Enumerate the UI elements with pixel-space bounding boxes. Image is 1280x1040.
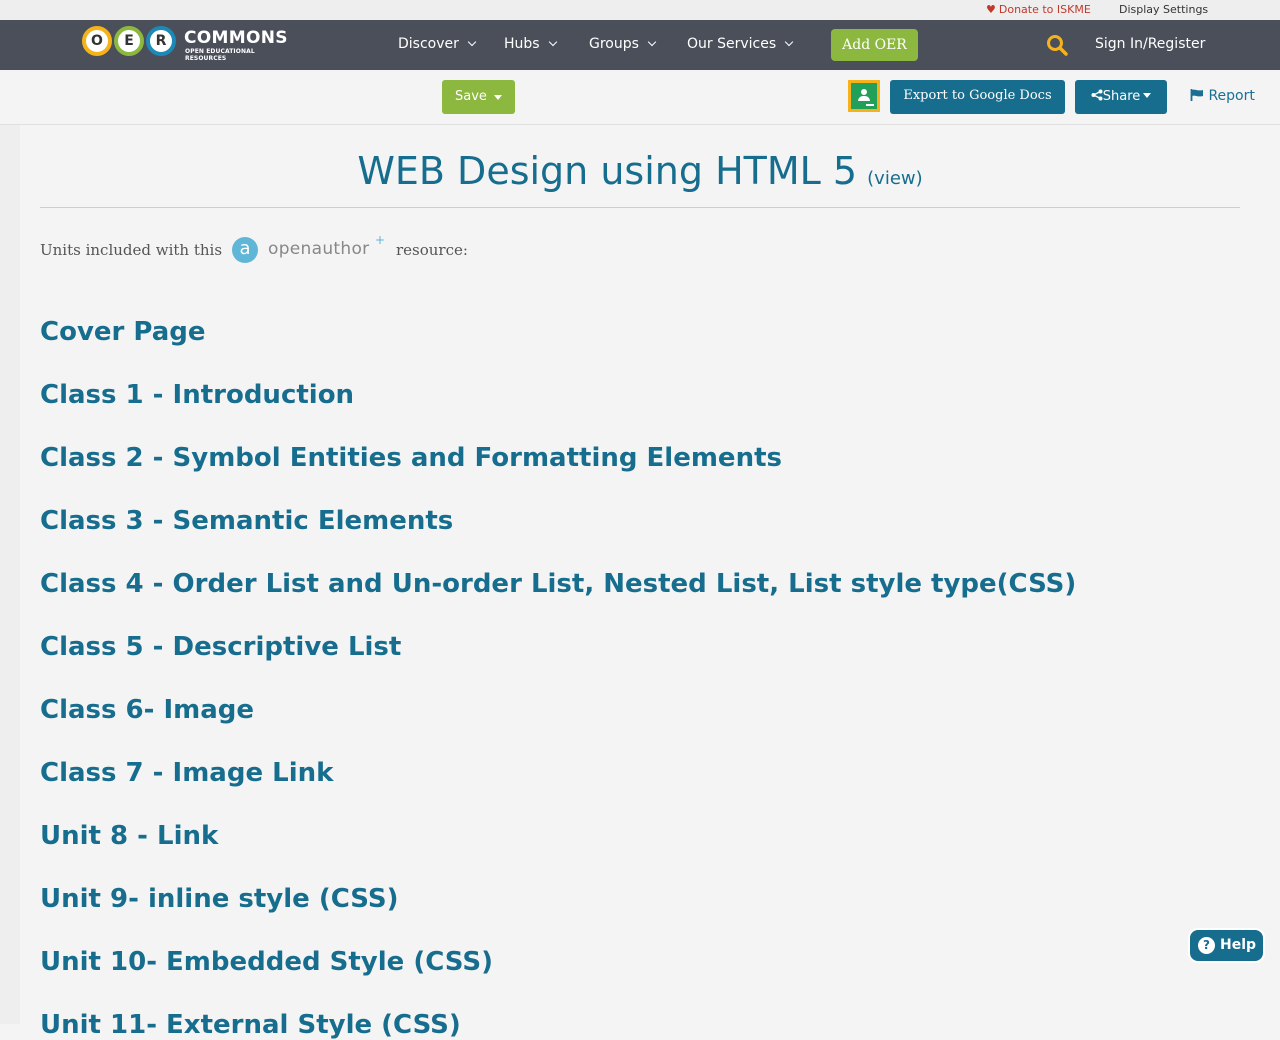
export-google-docs-button[interactable]: Export to Google Docs (890, 80, 1065, 114)
help-label: Help (1220, 937, 1257, 953)
chevron-down-icon (548, 37, 557, 47)
share-button[interactable]: Share (1075, 80, 1167, 114)
oer-commons-logo[interactable]: O E R COMMONS OPEN EDUCATIONAL RESOURCES (82, 26, 292, 64)
unit-link-unit-8[interactable]: Unit 8 - Link (40, 821, 218, 851)
flag-icon (1190, 89, 1203, 101)
openauthor-logo: a openauthor + (232, 233, 387, 265)
classroom-bar (866, 104, 874, 106)
sign-in-register-link[interactable]: Sign In/Register (1095, 36, 1205, 52)
unit-link-class-4[interactable]: Class 4 - Order List and Un-order List, … (40, 569, 1076, 599)
main-navbar: O E R COMMONS OPEN EDUCATIONAL RESOURCES… (0, 20, 1280, 70)
help-button[interactable]: ? Help (1188, 928, 1265, 963)
unit-link-class-3[interactable]: Class 3 - Semantic Elements (40, 506, 453, 536)
caret-down-icon (494, 95, 502, 100)
chevron-down-icon (647, 37, 657, 47)
donate-label: Donate to ISKME (998, 3, 1091, 16)
view-link[interactable]: (view) (867, 168, 923, 189)
unit-link-unit-10[interactable]: Unit 10- Embedded Style (CSS) (40, 947, 493, 977)
nav-groups[interactable]: Groups (589, 36, 657, 52)
search-icon[interactable] (1046, 34, 1068, 56)
classroom-board (851, 83, 877, 109)
unit-link-class-1[interactable]: Class 1 - Introduction (40, 380, 354, 410)
question-icon: ? (1198, 937, 1215, 954)
unit-link-unit-11[interactable]: Unit 11- External Style (CSS) (40, 1010, 461, 1040)
openauthor-logo-text: openauthor (268, 239, 370, 259)
share-icon (1091, 89, 1103, 101)
logo-letter-o: O (82, 26, 112, 56)
resource-content: WEB Design using HTML 5 (view) Units inc… (20, 125, 1260, 1040)
logo-letter-e: E (114, 26, 144, 56)
google-classroom-icon[interactable] (848, 80, 880, 112)
unit-link-class-7[interactable]: Class 7 - Image Link (40, 758, 333, 788)
openauthor-logo-mark: a (232, 237, 258, 263)
unit-link-class-5[interactable]: Class 5 - Descriptive List (40, 632, 401, 662)
units-included-label: Units included with this (40, 241, 223, 259)
display-settings-link[interactable]: Display Settings (1119, 3, 1208, 16)
nav-hubs[interactable]: Hubs (504, 36, 557, 52)
caret-down-icon (1143, 93, 1152, 98)
utility-bar: ♥ Donate to ISKME Display Settings (0, 0, 1280, 20)
unit-link-unit-9[interactable]: Unit 9- inline style (CSS) (40, 884, 398, 914)
logo-subtitle: OPEN EDUCATIONAL RESOURCES (185, 48, 255, 62)
resource-action-bar: Save Export to Google Docs Share Report (0, 70, 1280, 125)
unit-link-class-2[interactable]: Class 2 - Symbol Entities and Formatting… (40, 443, 782, 473)
add-oer-button[interactable]: Add OER (831, 29, 918, 61)
logo-letter-r: R (146, 26, 176, 56)
nav-our-services-label: Our Services (687, 36, 777, 52)
unit-link-cover-page[interactable]: Cover Page (40, 317, 206, 347)
nav-hubs-label: Hubs (504, 36, 540, 52)
save-button[interactable]: Save (442, 80, 515, 114)
unit-link-class-6[interactable]: Class 6- Image (40, 695, 254, 725)
classroom-person-body (858, 96, 870, 101)
chevron-down-icon (467, 37, 477, 47)
resource-label: resource: (396, 241, 468, 259)
logo-word: COMMONS (184, 28, 288, 48)
left-gutter (0, 125, 20, 1024)
donate-link[interactable]: ♥ Donate to ISKME (986, 3, 1091, 16)
classroom-person-head (861, 89, 867, 95)
nav-discover-label: Discover (398, 36, 459, 52)
nav-discover[interactable]: Discover (398, 36, 477, 52)
heart-icon: ♥ (986, 3, 996, 16)
share-label: Share (1102, 89, 1141, 104)
page-title-area: WEB Design using HTML 5 (view) (40, 149, 1240, 193)
nav-our-services[interactable]: Our Services (687, 36, 794, 52)
save-label: Save (455, 89, 487, 104)
chevron-down-icon (784, 37, 794, 47)
report-label: Report (1208, 88, 1255, 104)
page-title: WEB Design using HTML 5 (357, 149, 858, 193)
openauthor-logo-plus: + (375, 233, 386, 247)
nav-groups-label: Groups (589, 36, 639, 52)
report-link[interactable]: Report (1190, 88, 1255, 104)
title-divider (40, 207, 1240, 208)
